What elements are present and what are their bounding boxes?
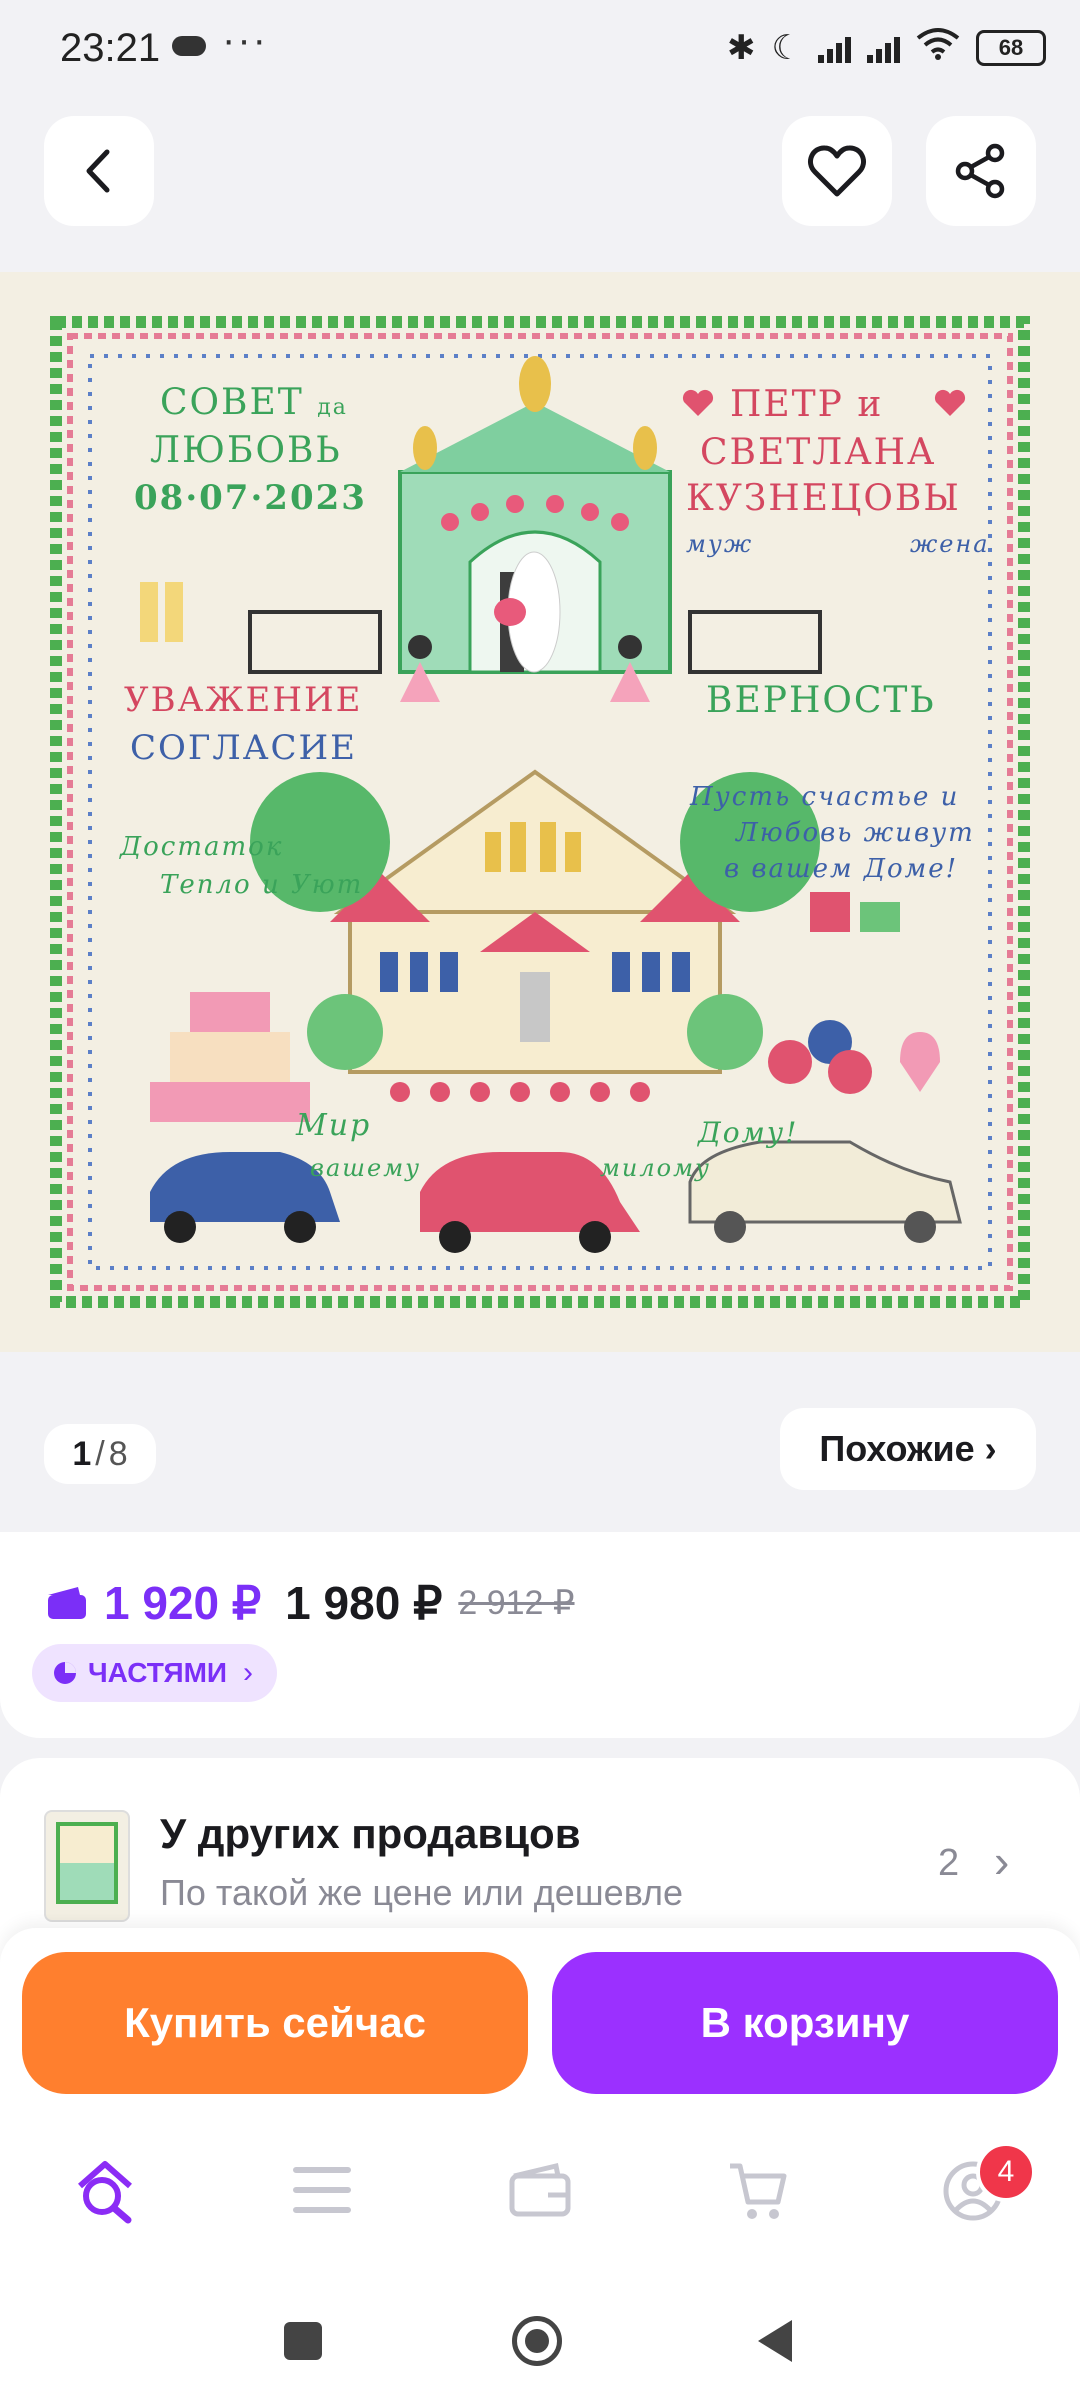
image-text-date: 08·07·2023 [134,478,367,518]
cart-icon [730,2163,787,2219]
old-price: 2 912 ₽ [458,1584,575,1622]
do-not-disturb-icon: ☾ [771,28,802,67]
battery-icon: 68 [976,29,1046,66]
nav-wallet[interactable] [508,2162,572,2223]
image-text-lyubov: ЛЮБОВЬ [150,430,342,471]
bluetooth-icon: ✱ [727,28,756,67]
image-text-wish-3: в вашем Доме! [724,854,959,884]
cloud-icon [172,36,206,56]
regular-price: 1 980 ₽ [285,1577,443,1629]
image-text-kuznetsovy: КУЗНЕЦОВЫ [686,478,961,519]
other-sellers-subtitle: По такой же цене или дешевле [160,1872,684,1913]
back-triangle-icon[interactable] [752,2316,796,2371]
image-text-vashemu: вашему [310,1154,422,1182]
chevron-right-icon: › [243,1656,254,1689]
image-text-sovet: СОВЕТ да [160,382,348,423]
nav-home-search[interactable] [70,2158,146,2228]
gallery-counter: 1 / 8 [44,1424,156,1484]
chevron-right-icon: › [994,1835,1010,1887]
more-notifications-icon: ··· [222,18,268,62]
wifi-icon [916,26,960,69]
gallery-current: 1 [72,1434,92,1473]
image-text-wish-1: Пусть счастье и [690,782,960,812]
system-navigation-bar [0,2272,1080,2400]
chevron-left-icon [86,149,110,193]
image-text-svetlana: СВЕТЛАНА [700,432,937,473]
status-icons: ✱ ☾ 68 [727,26,1046,69]
image-text-petr: ПЕТР и [730,384,884,425]
gallery-separator: / [95,1434,105,1473]
back-button[interactable] [44,116,154,226]
status-bar: 23:21 ··· ✱ ☾ 68 [0,0,1080,92]
product-header [0,92,1080,272]
nav-catalog[interactable] [292,2164,352,2221]
installments-label: ЧАСТЯМИ [88,1657,228,1688]
image-text-mir: Мир [296,1108,372,1143]
recents-square-icon[interactable] [284,2322,322,2360]
gallery-total: 8 [108,1434,128,1473]
product-image[interactable]: СОВЕТ да ЛЮБОВЬ 08·07·2023 ПЕТР и СВЕТЛА… [0,272,1080,1352]
image-text-teplo: Тепло и Уют [160,870,364,900]
gallery-controls: 1 / 8 Похожие › [0,1352,1080,1532]
other-sellers-count: 2 [938,1842,960,1884]
status-time: 23:21 [60,26,161,70]
wallet-card-icon [48,1587,86,1619]
pie-chart-icon [54,1662,76,1684]
installments-button[interactable]: ЧАСТЯМИ › [32,1644,278,1702]
catalog-menu-icon [293,2167,351,2213]
home-circle-icon[interactable] [512,2316,562,2366]
nav-cart[interactable] [726,2160,788,2227]
seller-thumbnail [44,1810,130,1922]
signal-1-icon [818,33,851,63]
share-icon [955,143,1005,199]
card-price: 1 920 ₽ [104,1577,262,1629]
bottom-navigation: 4 [0,2112,1080,2272]
buy-now-button[interactable]: Купить сейчас [22,1952,528,2094]
image-text-zhena: жена [910,530,990,558]
image-text-muzh: муж [686,530,754,558]
share-button[interactable] [926,116,1036,226]
image-text-uvazhenie: УВАЖЕНИЕ [124,680,363,720]
image-text-soglasie: СОГЛАСИЕ [130,728,358,768]
image-text-dostatok: Достаток [120,832,284,862]
image-text-milomu: милому [600,1154,711,1182]
favorite-button[interactable] [782,116,892,226]
action-bar: Купить сейчас В корзину [0,1928,1080,2112]
add-to-cart-button[interactable]: В корзину [552,1952,1058,2094]
image-text-vernost: ВЕРНОСТЬ [706,680,936,721]
wallet-icon [509,2162,571,2217]
price-row: 1 920 ₽ 1 980 ₽ 2 912 ₽ [46,1576,575,1630]
search-home-icon [78,2161,132,2224]
similar-button[interactable]: Похожие › [780,1408,1036,1490]
signal-2-icon [867,33,900,63]
profile-notification-badge: 4 [976,2142,1036,2202]
image-text-wish-2: Любовь живут [736,818,975,848]
heart-outline-icon [808,145,866,197]
price-card: 1 920 ₽ 1 980 ₽ 2 912 ₽ ЧАСТЯМИ › [0,1532,1080,1738]
other-sellers-title: У других продавцов [160,1810,581,1857]
image-text-domu: Дому! [698,1116,799,1149]
